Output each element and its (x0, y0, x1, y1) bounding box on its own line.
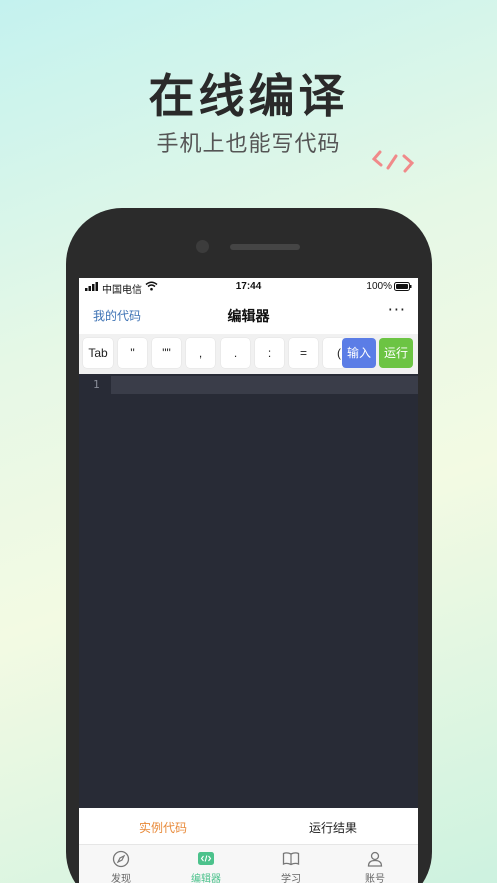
more-menu-button[interactable]: ··· (388, 300, 406, 319)
result-tabs: 实例代码 运行结果 (79, 808, 418, 844)
tab-learn-label: 学习 (281, 874, 301, 883)
promo-headline: 在线编译 (148, 69, 349, 123)
battery-icon (394, 282, 412, 291)
tab-learn[interactable]: 学习 (261, 848, 321, 883)
code-brackets-icon (372, 150, 415, 173)
user-icon (367, 851, 383, 867)
tab-editor-label: 编辑器 (191, 874, 221, 883)
tab-account-label: 账号 (365, 874, 385, 883)
bottom-tab-bar: 发现 编辑器 学习 账号 (79, 844, 418, 883)
battery-percent: 100% (366, 281, 392, 292)
key-single-quotes[interactable]: '' (118, 338, 147, 368)
tab-discover[interactable]: 发现 (91, 848, 151, 883)
key-equals[interactable]: = (289, 338, 318, 368)
key-double-quotes[interactable]: "" (152, 338, 181, 368)
code-editor[interactable]: 1 (79, 374, 418, 808)
tab-example-code[interactable]: 实例代码 (139, 819, 187, 836)
phone-screen: 中国电信 17:44 100% 我的代码 编辑器 ··· Tab '' "" ,… (79, 278, 418, 883)
key-comma[interactable]: , (186, 338, 215, 368)
tab-editor[interactable]: 编辑器 (176, 848, 236, 883)
active-line-highlight (111, 376, 418, 394)
key-colon[interactable]: : (255, 338, 284, 368)
tab-run-results[interactable]: 运行结果 (309, 819, 357, 836)
phone-camera (196, 240, 209, 253)
symbol-keybar: Tab '' "" , . : = ( 输入 运行 (79, 334, 418, 374)
status-bar: 中国电信 17:44 100% (79, 278, 418, 296)
run-button[interactable]: 运行 (379, 338, 413, 368)
promo-subline: 手机上也能写代码 (156, 132, 341, 157)
page-title: 编辑器 (227, 309, 270, 325)
line-number: 1 (93, 378, 100, 391)
input-button[interactable]: 输入 (342, 338, 376, 368)
code-icon (198, 852, 214, 865)
book-icon (282, 852, 300, 866)
tab-discover-label: 发现 (111, 874, 131, 883)
nav-bar: 我的代码 编辑器 ··· (79, 298, 418, 332)
key-period[interactable]: . (221, 338, 250, 368)
phone-speaker (230, 244, 300, 250)
compass-icon (112, 850, 130, 868)
key-tab[interactable]: Tab (83, 338, 113, 368)
tab-account[interactable]: 账号 (345, 848, 405, 883)
